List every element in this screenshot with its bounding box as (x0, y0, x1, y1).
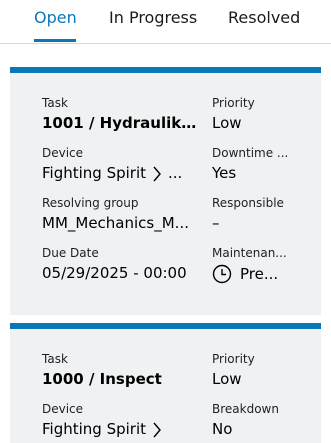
tab-in-progress[interactable]: In Progress (109, 8, 197, 28)
task-field: Task 1000 / Inspect (42, 352, 202, 389)
downtime-value: Yes (212, 164, 237, 182)
tab-bar: Open In Progress Resolved (0, 0, 331, 44)
downtime-field: Downtime ... Yes (212, 146, 298, 183)
breakdown-field: Breakdown No (212, 402, 298, 439)
device-value: Fighting Spirit ... (42, 164, 202, 183)
maintenance-type: Pre... (240, 264, 279, 283)
tab-open[interactable]: Open (34, 8, 77, 28)
breakdown-label: Breakdown (212, 402, 279, 416)
maintenance-field: Maintenan... Pre... (212, 246, 298, 284)
device-field: Device Fighting Spirit (42, 402, 202, 439)
task-value: 1000 / Inspect (42, 370, 162, 388)
resolving-group-field: Resolving group MM_Mechanics_M... (42, 196, 202, 233)
device-label: Device (42, 402, 84, 416)
maintenance-value: Pre... (212, 264, 298, 284)
resolving-group-value: MM_Mechanics_M... (42, 214, 189, 232)
task-label: Task (42, 96, 68, 110)
device-name: Fighting Spirit (42, 164, 147, 182)
resolving-group-label: Resolving group (42, 196, 139, 210)
card-accent-bar (10, 323, 321, 329)
task-value: 1001 / Hydraulika... (42, 114, 202, 132)
active-tab-indicator (34, 39, 76, 42)
device-field: Device Fighting Spirit ... (42, 146, 202, 183)
clock-icon (212, 264, 232, 284)
priority-value: Low (212, 370, 242, 388)
due-date-field: Due Date 05/29/2025 - 00:00 (42, 246, 202, 283)
device-label: Device (42, 146, 84, 160)
responsible-label: Responsible (212, 196, 284, 210)
ticket-card[interactable]: Task 1000 / Inspect Priority Low Device … (10, 323, 321, 443)
due-date-value: 05/29/2025 - 00:00 (42, 264, 187, 282)
ticket-card[interactable]: Task 1001 / Hydraulika... Priority Low D… (10, 67, 321, 315)
downtime-label: Downtime ... (212, 146, 289, 160)
responsible-value: – (212, 214, 220, 232)
priority-label: Priority (212, 96, 255, 110)
device-value: Fighting Spirit (42, 420, 202, 439)
chevron-right-icon (153, 422, 161, 437)
chevron-right-icon (153, 166, 161, 181)
priority-value: Low (212, 114, 242, 132)
responsible-field: Responsible – (212, 196, 298, 233)
priority-label: Priority (212, 352, 255, 366)
priority-field: Priority Low (212, 96, 298, 133)
priority-field: Priority Low (212, 352, 298, 389)
device-name: Fighting Spirit (42, 420, 147, 438)
task-label: Task (42, 352, 68, 366)
breakdown-value: No (212, 420, 233, 438)
tab-resolved[interactable]: Resolved (228, 8, 300, 28)
device-path-more: ... (168, 164, 183, 182)
card-accent-bar (10, 67, 321, 73)
maintenance-label: Maintenan... (212, 246, 287, 260)
task-field: Task 1001 / Hydraulika... (42, 96, 202, 133)
due-date-label: Due Date (42, 246, 99, 260)
